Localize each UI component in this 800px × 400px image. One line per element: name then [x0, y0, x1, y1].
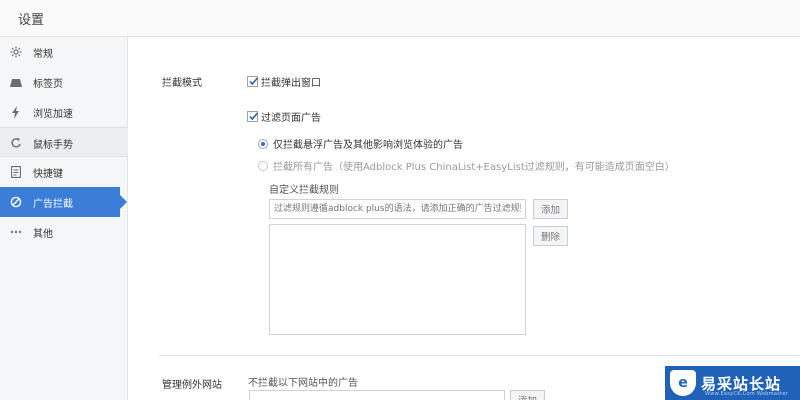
watermark-logo: e 易采站长站 Www.EasyCK.Com Webmaster	[665, 366, 800, 400]
radio-block-all-ads[interactable]: 拦截所有广告（使用Adblock Plus ChinaList+EasyList…	[258, 158, 675, 173]
keyboard-icon	[9, 165, 23, 179]
add-rule-button[interactable]: 添加	[533, 199, 568, 219]
checkbox-checked-icon	[247, 76, 259, 87]
block-mode-label: 拦截模式	[162, 78, 202, 89]
gear-icon	[9, 45, 23, 59]
sidebar-item-label: 其他	[33, 229, 53, 240]
sidebar-item-label: 广告拦截	[33, 199, 73, 210]
checkbox-checked-icon	[247, 111, 259, 122]
shield-logo-icon: e	[670, 370, 696, 396]
window-title: 设置	[18, 13, 45, 28]
delete-rule-button[interactable]: 删除	[533, 226, 568, 246]
sidebar-item-browse-speedup[interactable]: 浏览加速	[0, 97, 128, 127]
checkbox-label: 过滤页面广告	[261, 113, 321, 124]
lightning-icon	[9, 105, 23, 119]
sidebar-item-shortcuts[interactable]: 快捷键	[0, 157, 128, 187]
radio-label: 仅拦截悬浮广告及其他影响浏览体验的广告	[273, 140, 463, 151]
tab-icon	[9, 75, 23, 89]
block-icon	[9, 195, 23, 209]
sidebar-item-other[interactable]: 其他	[0, 217, 128, 247]
radio-label: 拦截所有广告（使用Adblock Plus ChinaList+EasyList…	[273, 162, 675, 173]
custom-rules-list[interactable]	[269, 224, 526, 335]
exception-sites-sublabel: 不拦截以下网站中的广告	[248, 378, 358, 389]
custom-rules-label: 自定义拦截规则	[269, 185, 339, 196]
sidebar-item-label: 浏览加速	[33, 109, 73, 120]
block-popup-checkbox[interactable]: 拦截弹出窗口	[247, 74, 321, 89]
add-exception-button[interactable]: 添加	[510, 390, 545, 400]
exception-sites-label: 管理例外网站	[162, 380, 222, 391]
filter-ads-checkbox[interactable]: 过滤页面广告	[247, 109, 321, 124]
sidebar-item-tabs[interactable]: 标签页	[0, 67, 128, 97]
settings-sidebar: 常规 标签页 浏览加速 鼠标手势 快捷键 广告拦截 其他	[0, 37, 128, 400]
title-bar: 设置	[0, 0, 800, 37]
exception-site-input[interactable]	[249, 390, 505, 400]
sidebar-item-label: 快捷键	[33, 169, 63, 180]
radio-unselected-icon	[258, 160, 268, 171]
more-icon	[9, 225, 23, 239]
watermark-url-text: Www.EasyCK.Com Webmaster	[705, 391, 789, 397]
sidebar-item-general[interactable]: 常规	[0, 37, 128, 67]
sidebar-item-adblock[interactable]: 广告拦截	[0, 187, 127, 217]
sidebar-item-mouse-gesture[interactable]: 鼠标手势	[0, 127, 128, 157]
radio-block-floating-ads[interactable]: 仅拦截悬浮广告及其他影响浏览体验的广告	[258, 136, 463, 151]
sidebar-item-label: 标签页	[33, 79, 63, 90]
mouse-gesture-icon	[9, 136, 23, 150]
filter-rule-input[interactable]	[269, 199, 526, 219]
radio-selected-icon	[258, 138, 268, 149]
checkbox-label: 拦截弹出窗口	[261, 78, 321, 89]
sidebar-item-label: 鼠标手势	[33, 140, 73, 151]
sidebar-item-label: 常规	[33, 49, 53, 60]
